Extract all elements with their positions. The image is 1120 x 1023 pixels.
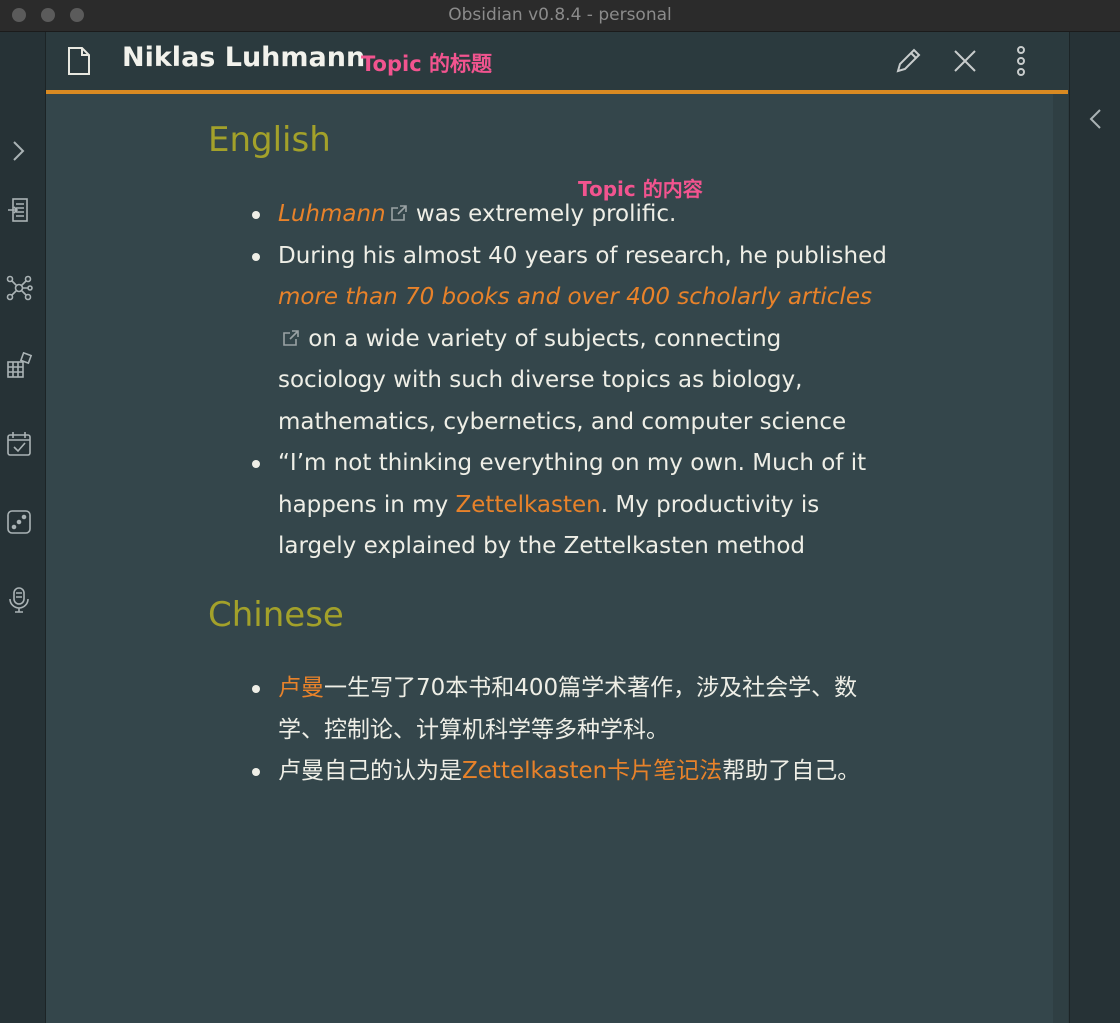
internal-link-zettelkasten[interactable]: Zettelkasten [456,492,601,518]
list-item-text: was extremely prolific. [408,201,677,227]
more-options-icon[interactable] [1004,44,1038,78]
expand-left-icon[interactable] [1084,104,1108,134]
list-item: During his almost 40 years of research, … [248,236,888,444]
document-icon [66,46,92,76]
pane-header: Niklas Luhmann Topic 的标题 [46,32,1068,94]
random-note-icon[interactable] [5,508,33,536]
window-title: Obsidian v0.8.4 - personal [448,5,672,25]
external-link-luhmann[interactable]: Luhmann [278,201,386,227]
external-link-publications[interactable]: more than 70 books and over 400 scholarl… [278,284,872,310]
list-item-text: on a wide variety of subjects, connectin… [278,325,847,435]
note-pane: Niklas Luhmann Topic 的标题 Topic 的内容 Engli… [46,32,1068,1023]
list-item: “I’m not thinking everything on my own. … [248,443,888,568]
list-item: 卢曼自己的认为是Zettelkasten卡片笔记法帮助了自己。 [248,751,888,793]
list-item-text: During his almost 40 years of research, … [278,242,887,269]
heading-chinese: Chinese [208,595,344,635]
left-ribbon [0,32,46,1023]
list-item-text: 卢曼自己的认为是 [278,758,462,784]
list-item-text: 一生写了70本书和400篇学术著作，涉及社会学、数学、控制论、计算机科学等多种学… [278,675,858,743]
edit-icon[interactable] [891,44,925,78]
external-link-icon [390,205,407,221]
note-title[interactable]: Niklas Luhmann [122,42,365,73]
expand-right-icon[interactable] [6,136,30,166]
english-list: Luhmann was extremely prolific. During h… [248,194,888,568]
internal-link-zettelkasten-zh[interactable]: Zettelkasten卡片笔记法 [462,758,722,784]
external-link-icon [283,329,299,346]
chinese-list: 卢曼一生写了70本书和400篇学术著作，涉及社会学、数学、控制论、计算机科学等多… [248,668,888,793]
list-item-text: 帮助了自己。 [722,758,861,784]
window-titlebar: Obsidian v0.8.4 - personal [0,0,1120,32]
internal-link-luhmann-zh[interactable]: 卢曼 [278,675,324,701]
heading-english: English [208,120,331,160]
quick-switcher-icon[interactable] [5,196,33,224]
daily-note-icon[interactable] [5,430,33,458]
scrollbar[interactable] [1053,94,1068,1023]
right-ribbon [1069,32,1120,1023]
close-icon[interactable] [948,44,982,78]
list-item: 卢曼一生写了70本书和400篇学术著作，涉及社会学、数学、控制论、计算机科学等多… [248,668,888,751]
list-item: Luhmann was extremely prolific. [248,194,888,236]
title-annotation: Topic 的标题 [361,52,492,76]
plugins-icon[interactable] [5,351,33,380]
audio-recorder-icon[interactable] [5,586,33,614]
graph-view-icon[interactable] [5,274,33,302]
